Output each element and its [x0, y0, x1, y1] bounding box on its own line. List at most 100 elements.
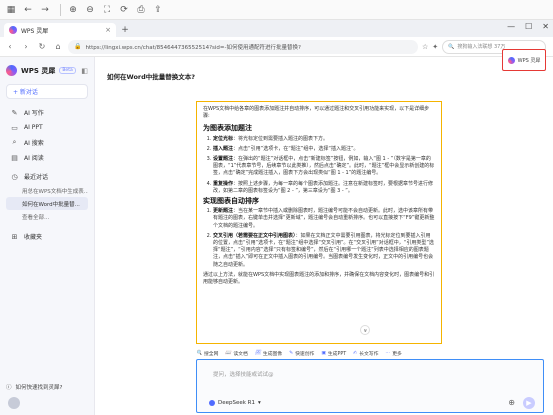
save-icon[interactable]: ⎙ — [134, 3, 148, 17]
new-tab-button[interactable]: + — [118, 23, 132, 37]
sidebar-item-ai-ppt[interactable]: ▭ AI PPT — [6, 120, 88, 135]
arrow-right-icon[interactable]: → — [38, 3, 52, 17]
new-chat-button[interactable]: + 新对话 — [6, 84, 88, 99]
maximize-icon[interactable]: ☐ — [525, 22, 532, 31]
search-icon: ⌕ — [12, 138, 17, 146]
help-link[interactable]: ⓘ 如何快速找到灵犀? — [6, 383, 89, 391]
step-item: 定位光标：将光标定位到需要插入题注的图表下方。 — [213, 136, 435, 143]
browser-tab[interactable]: WPS 灵犀 × — [4, 23, 116, 37]
answer-intro: 在WPS文档中给各章的图表添加题注并自动排序，可以通过题注和交叉引用功能来实现，… — [203, 106, 430, 120]
recent-header[interactable]: ◷ 最近对话 — [6, 169, 88, 184]
answer-outro: 通过以上方法，就能在WPS文档中实现图表题注的添加和排序，并确保在文档内容变化时… — [203, 271, 435, 286]
tab-close-icon[interactable]: × — [105, 26, 111, 34]
step-item: 重复操作：按照上述步骤，为每一章的每个图表添加题注。注意在新建标签时，要根据章节… — [213, 181, 435, 195]
brand-name: WPS 灵犀 — [21, 66, 56, 75]
close-window-icon[interactable]: ✕ — [542, 22, 549, 31]
recent-item[interactable]: 用总在WPS文档中生成表... — [6, 184, 88, 197]
favorites-label: 收藏夹 — [24, 234, 43, 241]
recent-label: 最近对话 — [24, 174, 49, 181]
clock-icon: ◷ — [11, 172, 18, 181]
home-icon[interactable]: ⌂ — [52, 41, 64, 53]
minimize-icon[interactable]: — — [507, 22, 515, 31]
wps-logo-icon — [6, 65, 17, 76]
help-icon: ⓘ — [6, 385, 12, 391]
rotate-icon[interactable]: ⟳ — [117, 3, 131, 17]
tool-image[interactable]: 🖼 生成图像 — [255, 350, 282, 357]
sidebar: WPS 灵犀 Beta ◧ + 新对话 ✎ AI 写作 ▭ AI PPT ⌕ A… — [0, 57, 95, 415]
chip-label: WPS 灵犀 — [517, 57, 541, 64]
wps-brand-chip[interactable]: WPS 灵犀 — [502, 49, 546, 71]
reload-icon[interactable]: ↻ — [36, 41, 48, 53]
skill-toolbar: 🔍 搜全网 📖 读文档 🖼 生成图像 ✎ 快速创作 ▣ 生成PPT ✍ 长文写作 ⋯ 更多 — [196, 347, 486, 359]
beta-badge: Beta — [59, 67, 76, 74]
viewer-toolbar: ▦ ← → ⊕ ⊖ ⛶ ⟳ ⎙ ⇪ — [0, 0, 553, 20]
tool-long-write[interactable]: ✍ 长文写作 — [353, 350, 378, 357]
more-icon: ⋯ — [385, 350, 391, 356]
steps-list: 定位光标：将光标定位到需要插入题注的图表下方。 插入题注：点击“引用”选项卡，在… — [203, 136, 435, 195]
book-icon: ▤ — [11, 153, 18, 162]
write-icon: ✍ — [353, 350, 358, 356]
pen-icon: ✎ — [11, 108, 18, 117]
tool-quick-write[interactable]: ✎ 快速创作 — [289, 350, 314, 357]
sidebar-item-ai-search[interactable]: ⌕ AI 搜索 — [6, 135, 88, 150]
tool-ppt[interactable]: ▣ 生成PPT — [321, 350, 346, 357]
steps-list: 更新题注：当在某一章节中插入或删除图表时，题注编号可能不会自动更新。此时，选中该… — [203, 208, 435, 269]
sidebar-item-favorites[interactable]: ⊞ 收藏夹 — [6, 229, 88, 244]
section-heading: 为图表添加题注 — [203, 124, 252, 133]
chat-input[interactable]: 提问，选择技能或试试@ DeepSeek R1 ▾ ⊕ ▶ — [196, 359, 544, 413]
address-row: ‹ › ↻ ⌂ 🔒 https://lingxi.wps.cn/chat/854… — [0, 37, 553, 57]
extension-icon[interactable]: ✦ — [432, 43, 438, 51]
chevron-down-icon: ▾ — [258, 400, 261, 406]
search-placeholder: 搜狗输入法联想 37万 — [457, 44, 506, 50]
sidebar-collapse-icon[interactable]: ◧ — [81, 67, 88, 75]
model-name: DeepSeek R1 — [218, 400, 256, 406]
wps-logo-icon — [507, 56, 515, 64]
sidebar-item-label: AI 搜索 — [24, 140, 44, 147]
step-item: 交叉引用（若需要在正文中引用图表）：如果在文档正文中需要引用图表，将光标定位到要… — [213, 233, 435, 269]
zoom-in-icon[interactable]: ⊕ — [66, 3, 80, 17]
tool-read-doc[interactable]: 📖 读文档 — [225, 350, 247, 357]
step-item: 更新题注：当在某一章节中插入或删除图表时，题注编号可能不会自动更新。此时，选中该… — [213, 208, 435, 230]
page-title: 如何在Word中批量替换文本? — [107, 73, 196, 81]
answer-panel: 在WPS文档中给各章的图表添加题注并自动排序，可以通过题注和交叉引用功能来实现，… — [196, 101, 442, 344]
recent-group: ◷ 最近对话 用总在WPS文档中生成表... 如何在Word中批量替... 查看… — [6, 169, 88, 223]
step-item: 设置题注：在弹出的“题注”对话框中，点击“新建标签”按钮，例如，输入“图 1 -… — [213, 156, 435, 178]
image-icon: 🖼 — [254, 350, 261, 356]
input-placeholder: 提问，选择技能或试试@ — [213, 372, 274, 378]
view-all-link[interactable]: 查看全部... — [6, 210, 88, 223]
slides-icon: ▭ — [11, 123, 18, 132]
step-item: 插入题注：点击“引用”选项卡，在“题注”组中，选择“插入题注”。 — [213, 146, 435, 153]
avatar[interactable] — [8, 397, 20, 409]
export-icon[interactable]: ⇪ — [151, 3, 165, 17]
wps-logo-icon — [9, 26, 17, 34]
sidebar-item-label: AI PPT — [24, 124, 43, 131]
bookmark-icon: ⊞ — [11, 232, 18, 241]
address-bar[interactable]: 🔒 https://lingxi.wps.cn/chat/85464473655… — [68, 39, 418, 54]
model-selector[interactable]: DeepSeek R1 ▾ — [209, 400, 261, 406]
recent-item-active[interactable]: 如何在Word中批量替... — [6, 197, 88, 210]
back-icon[interactable]: ‹ — [4, 41, 16, 53]
globe-icon: 🔍 — [196, 350, 202, 356]
address-actions: ☆ ✦ — [422, 43, 438, 51]
pen-icon: ✎ — [289, 350, 294, 356]
scroll-down-button[interactable]: » — [360, 325, 370, 335]
section-heading: 实现图表自动排序 — [203, 197, 259, 206]
main-content: WPS 灵犀 如何在Word中批量替换文本? 在WPS文档中给各章的图表添加题注… — [95, 49, 553, 415]
zoom-out-icon[interactable]: ⊖ — [83, 3, 97, 17]
sidebar-item-ai-writing[interactable]: ✎ AI 写作 — [6, 105, 88, 120]
forward-icon[interactable]: › — [20, 41, 32, 53]
send-button[interactable]: ▶ — [523, 397, 535, 409]
help-label: 如何快速找到灵犀? — [15, 385, 63, 391]
deepseek-logo-icon — [209, 400, 215, 406]
fit-icon[interactable]: ⛶ — [100, 3, 114, 17]
grid-icon[interactable]: ▦ — [4, 3, 18, 17]
sidebar-item-ai-reading[interactable]: ▤ AI 阅读 — [6, 150, 88, 165]
toolbar-divider — [60, 3, 61, 16]
tab-title: WPS 灵犀 — [21, 27, 49, 35]
tool-more[interactable]: ⋯ 更多 — [385, 350, 401, 357]
attach-icon[interactable]: ⊕ — [508, 398, 515, 407]
tab-strip: WPS 灵犀 × + — ☐ ✕ — [0, 20, 553, 37]
tool-search-web[interactable]: 🔍 搜全网 — [196, 350, 218, 357]
bookmark-star-icon[interactable]: ☆ — [422, 43, 428, 51]
arrow-left-icon[interactable]: ← — [21, 3, 35, 17]
